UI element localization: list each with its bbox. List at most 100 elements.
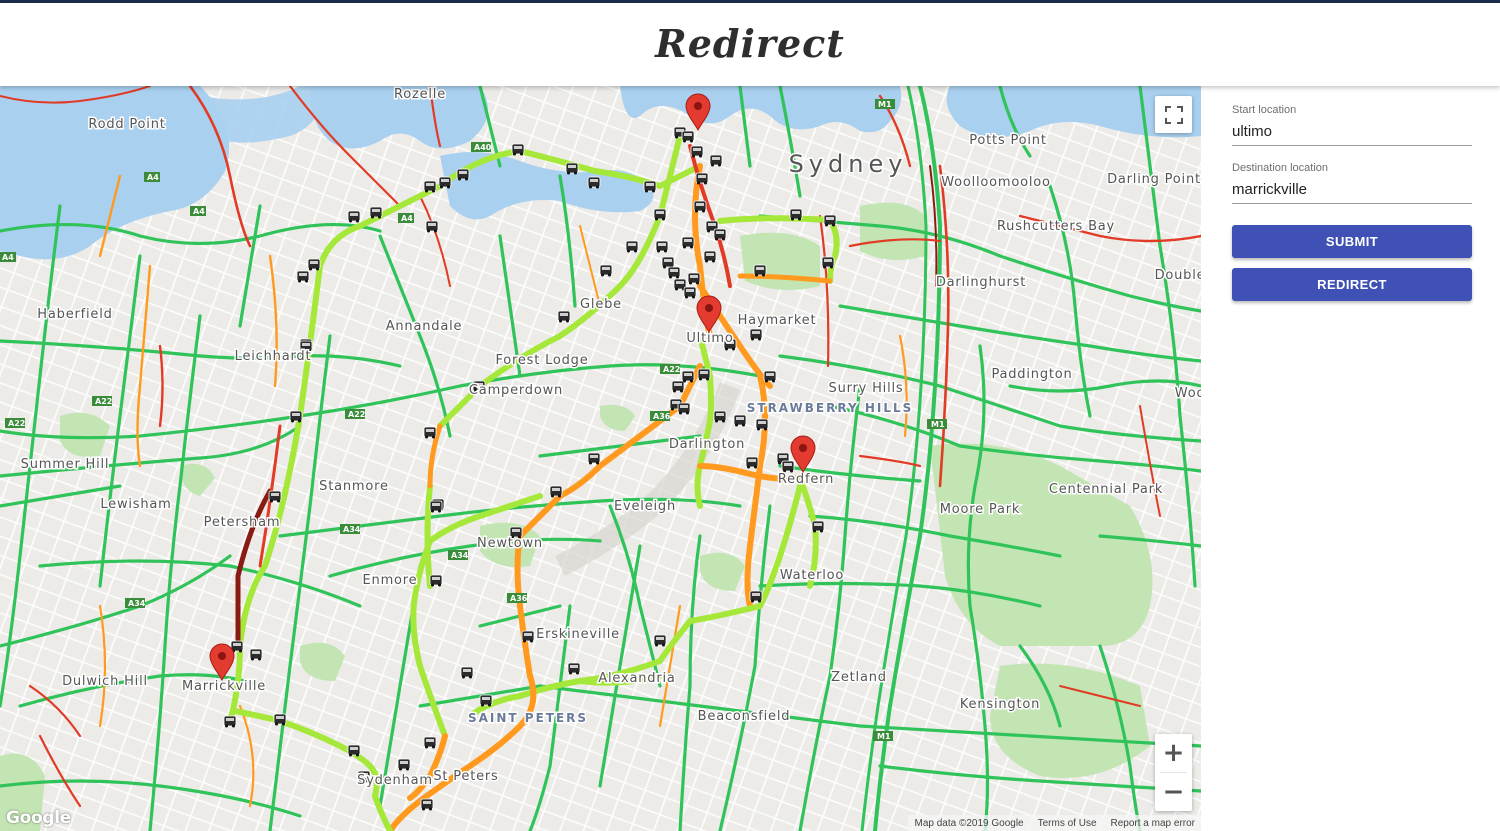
car-icon <box>733 414 747 427</box>
car-icon <box>223 715 237 728</box>
car-icon <box>667 266 681 279</box>
car-icon <box>749 328 763 341</box>
submit-button[interactable]: SUBMIT <box>1232 225 1472 258</box>
car-icon <box>693 200 707 213</box>
car-icon <box>811 520 825 533</box>
car-icon <box>423 736 437 749</box>
place-label: Enmore <box>363 573 418 588</box>
car-icon <box>781 460 795 473</box>
place-label: Centennial Park <box>1049 482 1163 497</box>
car-icon <box>677 402 691 415</box>
road-shield-a4: A4 <box>147 173 159 182</box>
car-icon <box>681 370 695 383</box>
car-icon <box>821 256 835 269</box>
place-label: Glebe <box>580 297 622 312</box>
car-icon <box>587 452 601 465</box>
start-location-input[interactable] <box>1232 118 1472 146</box>
car-icon <box>653 634 667 647</box>
place-label: Alexandria <box>598 671 675 686</box>
car-icon <box>713 228 727 241</box>
place-label: SAINT PETERS <box>468 711 588 725</box>
car-icon <box>599 264 613 277</box>
terms-of-use-link[interactable]: Terms of Use <box>1038 818 1097 829</box>
place-label: Paddington <box>991 367 1072 382</box>
svg-text:A34: A34 <box>451 551 469 560</box>
car-icon <box>681 236 695 249</box>
car-icon <box>420 798 434 811</box>
place-label: Newtown <box>477 536 543 551</box>
place-label: Camperdown <box>469 383 563 398</box>
svg-text:A40: A40 <box>474 143 492 152</box>
place-label: Sydney <box>789 150 908 178</box>
place-label: Haberfield <box>37 307 112 322</box>
traffic-map[interactable]: A4 A4 A4 A4 A40 A22 A22 A22 A22 A36 A36 … <box>0 86 1201 831</box>
car-icon <box>521 630 535 643</box>
place-label: Surry Hills <box>829 381 904 396</box>
place-label: Darlington <box>669 437 745 452</box>
car-icon <box>511 143 525 156</box>
place-label: Darlinghurst <box>936 275 1026 290</box>
car-icon <box>296 270 310 283</box>
place-label: Ultimo <box>686 331 733 346</box>
destination-location-field: Destination location <box>1232 162 1472 204</box>
place-label: Petersham <box>204 515 281 530</box>
car-icon <box>823 214 837 227</box>
car-icon <box>268 490 282 503</box>
car-icon <box>709 154 723 167</box>
place-label: Zetland <box>831 670 887 685</box>
place-label: Double <box>1155 268 1201 283</box>
fullscreen-icon <box>1164 105 1183 124</box>
google-logo[interactable]: Google <box>6 808 71 828</box>
place-label: Rozelle <box>394 87 446 102</box>
map-canvas[interactable]: A4 A4 A4 A4 A40 A22 A22 A22 A22 A36 A36 … <box>0 86 1201 831</box>
car-icon <box>763 370 777 383</box>
place-label: Forest Lodge <box>495 353 588 368</box>
redirect-button[interactable]: REDIRECT <box>1232 268 1472 301</box>
car-icon <box>423 426 437 439</box>
svg-text:A36: A36 <box>653 412 671 421</box>
car-icon <box>755 418 769 431</box>
car-icon <box>695 172 709 185</box>
car-icon <box>653 208 667 221</box>
svg-text:A22: A22 <box>663 365 680 374</box>
car-icon <box>397 758 411 771</box>
car-icon <box>703 250 717 263</box>
route-form-panel: Start location Destination location SUBM… <box>1201 86 1500 831</box>
car-icon <box>565 162 579 175</box>
car-icon <box>438 176 452 189</box>
destination-location-input[interactable] <box>1232 176 1472 204</box>
zoom-out-button[interactable]: − <box>1155 773 1192 811</box>
app-title: Redirect <box>655 21 845 66</box>
fullscreen-button[interactable] <box>1155 96 1192 133</box>
place-label: Woo <box>1175 386 1201 401</box>
map-attribution: Map data ©2019 Google Terms of Use Repor… <box>908 815 1201 831</box>
place-label: Potts Point <box>969 133 1047 148</box>
svg-text:A22: A22 <box>8 419 25 428</box>
place-label: Beaconsfield <box>698 709 791 724</box>
zoom-in-button[interactable]: + <box>1155 734 1192 772</box>
place-label: Woolloomooloo <box>941 175 1051 190</box>
place-label: Sydenham <box>357 773 433 788</box>
svg-text:M1: M1 <box>878 100 892 109</box>
place-label: St Peters <box>433 769 498 784</box>
car-icon <box>249 648 263 661</box>
svg-text:A34: A34 <box>343 525 361 534</box>
car-icon <box>681 130 695 143</box>
map-data-credit: Map data ©2019 Google <box>914 817 1024 829</box>
destination-location-label: Destination location <box>1232 162 1329 174</box>
svg-text:M1: M1 <box>877 732 891 741</box>
place-label: Kensington <box>960 697 1040 712</box>
svg-text:A4: A4 <box>193 207 205 216</box>
svg-text:A36: A36 <box>510 594 528 603</box>
report-map-error-link[interactable]: Report a map error <box>1111 818 1195 829</box>
car-icon <box>369 206 383 219</box>
svg-text:A22: A22 <box>348 410 365 419</box>
car-icon <box>643 180 657 193</box>
place-label: STRAWBERRY HILLS <box>747 401 914 415</box>
car-icon <box>347 744 361 757</box>
car-icon <box>671 380 685 393</box>
start-location-field: Start location <box>1232 104 1472 146</box>
place-label: Dulwich Hill <box>62 674 148 689</box>
car-icon <box>479 694 493 707</box>
app-header: Redirect <box>0 3 1500 86</box>
